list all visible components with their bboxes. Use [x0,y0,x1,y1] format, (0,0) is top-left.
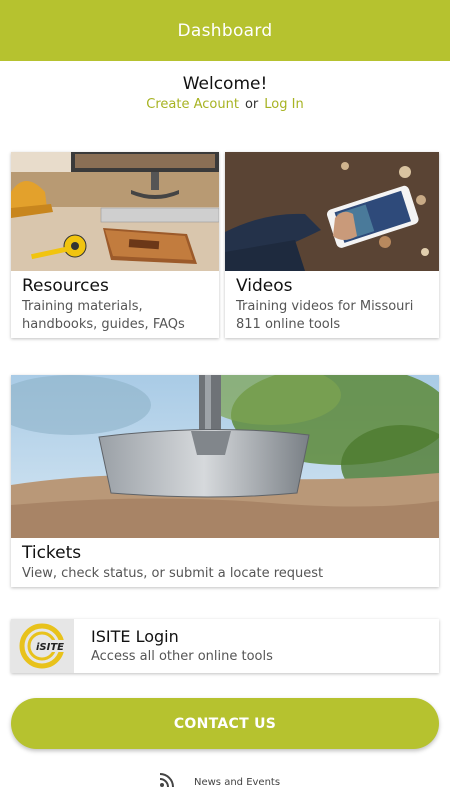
login-link[interactable]: Log In [264,97,303,112]
resources-title: Resources [22,276,109,296]
resources-subtitle: Training materials, handbooks, guides, F… [22,299,185,332]
isite-subtitle: Access all other online tools [91,649,273,664]
create-account-link[interactable]: Create Acount [146,97,239,112]
tickets-subtitle: View, check status, or submit a locate r… [22,566,324,581]
news-and-events-link[interactable]: News and Events [158,772,280,792]
page-title: Dashboard [177,20,273,41]
contact-us-button[interactable]: CONTACT US [11,698,439,749]
resources-image [11,152,219,271]
or-text: or [244,97,259,112]
resources-card[interactable]: Resources Training materials, handbooks,… [11,152,219,338]
tickets-title: Tickets [22,543,82,563]
welcome-heading: Welcome! [182,74,268,94]
videos-image [225,152,439,271]
videos-title: Videos [236,276,293,296]
isite-login-card[interactable]: iSITE ISITE Login Access all other onlin… [11,619,439,673]
isite-logo-text: iSITE [36,642,64,653]
contact-us-label: CONTACT US [173,715,277,732]
isite-title: ISITE Login [91,627,179,646]
videos-card[interactable]: Videos Training videos for Missouri 811 … [225,152,439,338]
news-label: News and Events [194,776,281,788]
isite-logo: iSITE [11,619,74,673]
app-header: Dashboard [0,0,450,61]
auth-links: Create Acount or Log In [0,97,450,112]
rss-icon [158,771,176,793]
tickets-image [11,375,439,538]
videos-subtitle: Training videos for Missouri 811 online … [236,299,414,332]
tickets-card[interactable]: Tickets View, check status, or submit a … [11,375,439,587]
